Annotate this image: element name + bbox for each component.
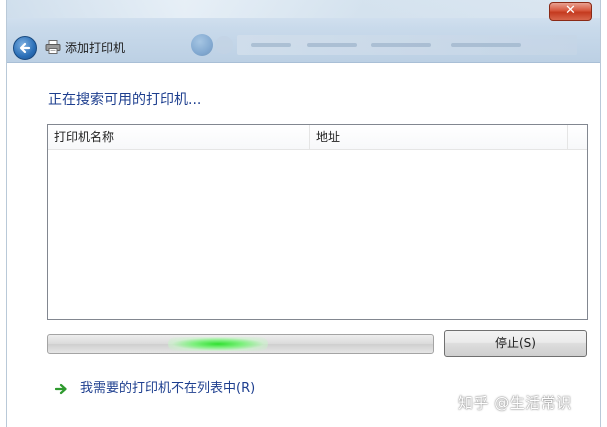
column-header-address[interactable]: 地址 (310, 125, 568, 149)
title-bar: ✕ 添加打印机 (7, 0, 600, 63)
back-button[interactable] (13, 36, 37, 60)
green-arrow-icon (55, 383, 67, 395)
address-blur-segment (307, 43, 357, 47)
add-printer-window: ✕ 添加打印机 正在搜索可用的打印机... 打印机名称 地址 停止(S) 我需要… (6, 0, 601, 427)
address-blur-segment (451, 43, 521, 47)
stop-button[interactable]: 停止(S) (444, 330, 587, 357)
watermark: 知乎 @生活常识 (458, 394, 572, 412)
list-header: 打印机名称 地址 (48, 125, 587, 150)
printer-list[interactable]: 打印机名称 地址 (47, 124, 588, 320)
search-progress-bar (47, 334, 434, 354)
blurred-address-bar (237, 35, 577, 55)
window-title: 添加打印机 (65, 41, 126, 55)
blurred-nav-button (191, 34, 213, 56)
title-bar-blur (7, 0, 600, 18)
progress-glow (168, 337, 268, 351)
page-heading: 正在搜索可用的打印机... (48, 92, 202, 108)
list-body[interactable] (48, 150, 587, 319)
close-button[interactable]: ✕ (549, 2, 592, 21)
printer-not-listed-label[interactable]: 我需要的打印机不在列表中(R) (80, 379, 255, 399)
column-header-filler (568, 125, 587, 149)
address-blur-segment (371, 43, 431, 47)
address-blur-segment (251, 43, 291, 47)
wizard-content: 正在搜索可用的打印机... 打印机名称 地址 停止(S) 我需要的打印机不在列表… (7, 63, 600, 427)
back-arrow-icon (19, 42, 31, 54)
printer-icon (45, 40, 61, 54)
blurred-nav-button-2 (215, 36, 233, 54)
column-header-printer-name[interactable]: 打印机名称 (48, 125, 310, 149)
